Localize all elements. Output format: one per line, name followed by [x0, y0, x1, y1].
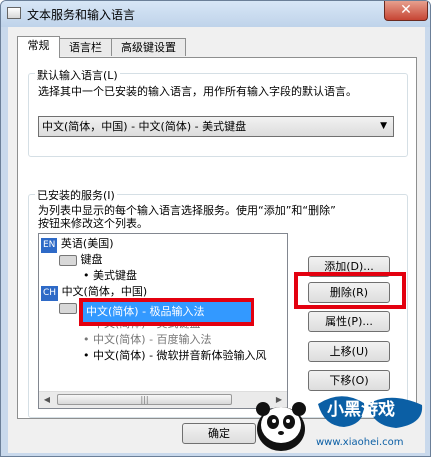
default-language-select[interactable]: 中文(简体，中国) - 中文(简体) - 美式键盘 ▼ — [38, 116, 394, 137]
close-button[interactable]: ✕ — [384, 1, 428, 21]
watermark: 小黑游戏 www.xiaohei.com — [246, 379, 430, 456]
watermark-brand: 小黑游戏 — [327, 400, 395, 420]
installed-services-label: 已安装的服务(I) — [35, 187, 117, 203]
window-title: 文本服务和输入语言 — [27, 8, 136, 22]
tree-node-ms-pinyin[interactable]: • 中文(简体) - 微软拼音新体验输入风 — [83, 348, 267, 363]
watermark-url: www.xiaohei.com — [316, 437, 404, 448]
en-badge-icon: EN — [41, 238, 58, 253]
default-language-label: 默认输入语言(L) — [35, 67, 120, 83]
general-tab-panel: 默认输入语言(L) 选择其中一个已安装的输入语言，用作所有输入字段的默认语言。 … — [17, 57, 417, 419]
scroll-left-icon[interactable]: ◀ — [39, 392, 55, 408]
installed-services-description-2: 按钮来修改这个列表。 — [38, 217, 148, 230]
tree-node-baidu-ime[interactable]: • 中文(简体) - 百度输入法 — [83, 332, 212, 347]
title-bar[interactable]: 文本服务和输入语言 ✕ — [1, 1, 430, 27]
app-icon — [7, 7, 21, 19]
tree-node-english-us[interactable]: EN 英语(美国) — [41, 236, 114, 253]
scrollbar-thumb[interactable]: ||| — [57, 394, 232, 405]
chevron-down-icon: ▼ — [380, 121, 387, 131]
properties-button[interactable]: 属性(P)... — [308, 311, 390, 332]
ch-badge-icon: CH — [41, 286, 59, 301]
remove-highlight-frame — [294, 272, 406, 309]
tab-advanced-key-settings[interactable]: 高级键设置 — [111, 38, 186, 56]
move-up-button[interactable]: 上移(U) — [308, 341, 390, 362]
default-language-selected: 中文(简体，中国) - 中文(简体) - 美式键盘 — [42, 120, 247, 133]
tab-general[interactable]: 常规 — [17, 36, 60, 58]
keyboard-icon — [59, 302, 77, 314]
default-language-description: 选择其中一个已安装的输入语言，用作所有输入字段的默认语言。 — [38, 85, 357, 98]
tab-language-bar[interactable]: 语言栏 — [59, 38, 112, 56]
tree-node-keyboard-en[interactable]: 键盘 — [59, 252, 103, 267]
tree-node-us-keyboard[interactable]: • 美式键盘 — [83, 268, 137, 283]
ok-button[interactable]: 确定 — [182, 423, 256, 444]
keyboard-icon — [59, 254, 77, 266]
dialog-window: 文本服务和输入语言 ✕ 常规 语言栏 高级键设置 默认输入语言(L) 选择其中一… — [0, 0, 431, 457]
selected-tree-node-jipin-ime[interactable]: 中文(简体) - 极品输入法 — [83, 302, 251, 322]
